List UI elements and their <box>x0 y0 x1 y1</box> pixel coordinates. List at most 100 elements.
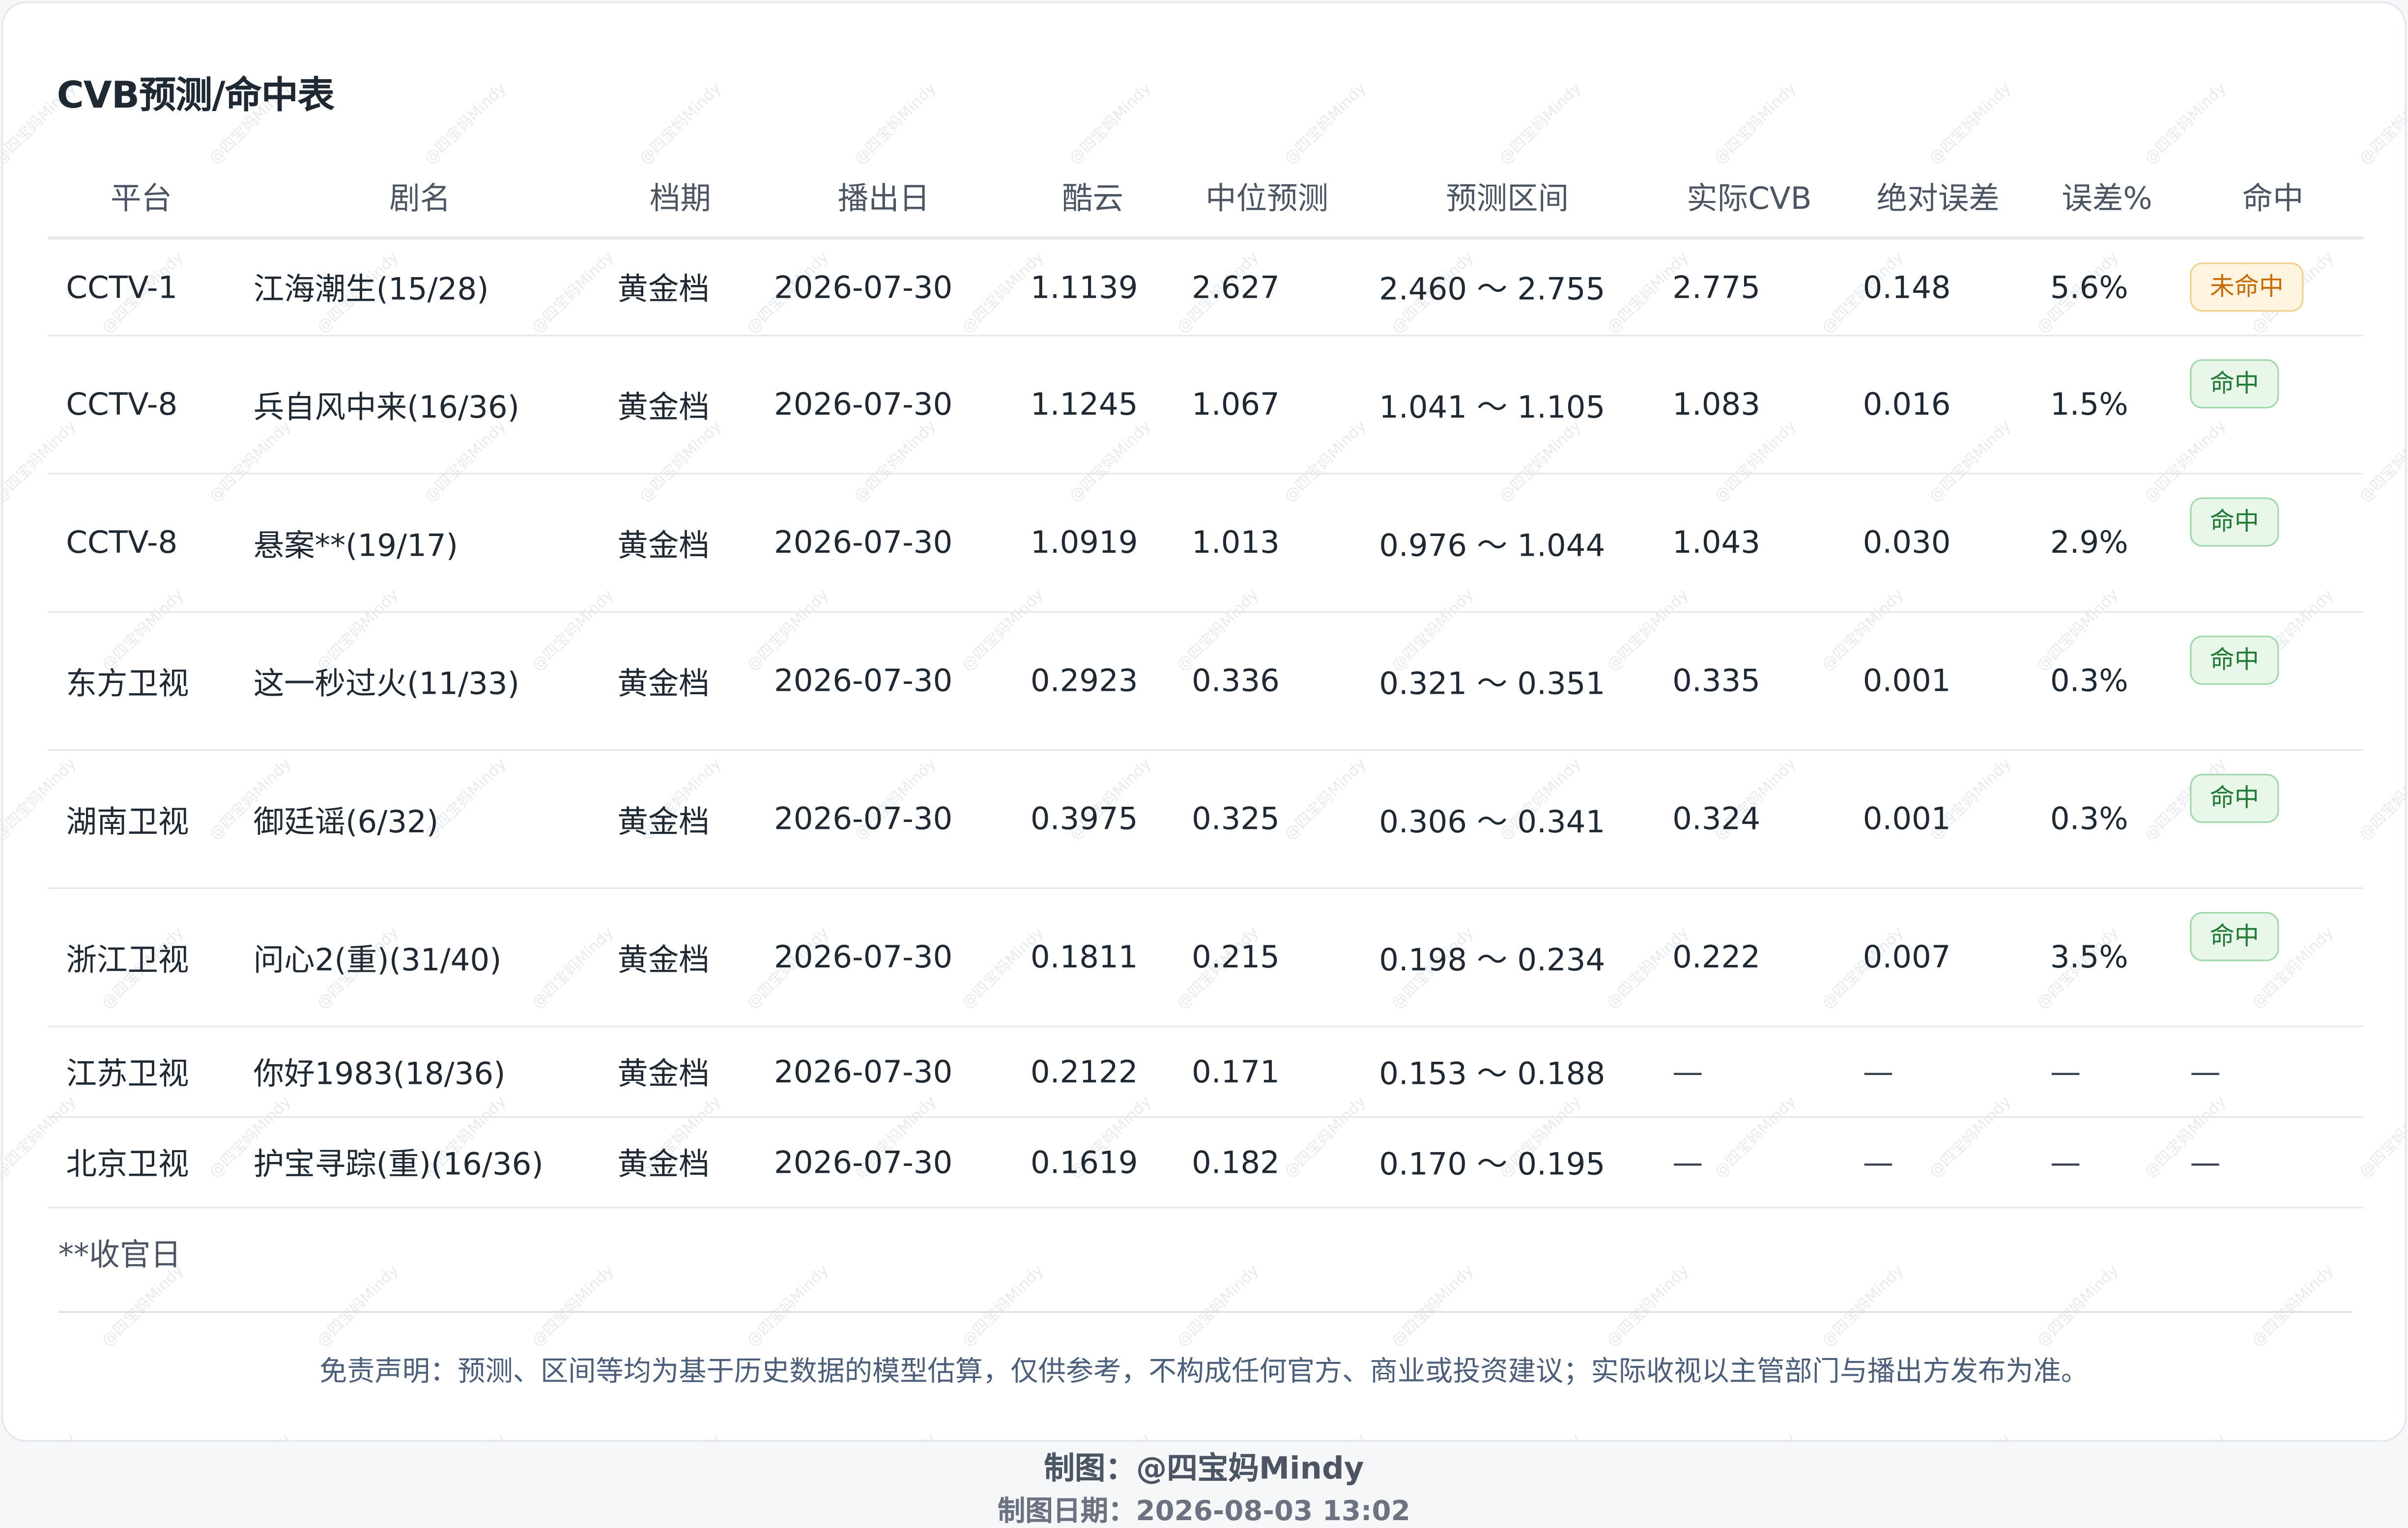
cell-actual: — <box>1654 1116 1845 1208</box>
cell-platform: 浙江卫视 <box>47 887 235 1027</box>
cell-slot: 黄金档 <box>605 1116 756 1208</box>
watermark-text: @四宝妈Mindy <box>2356 80 2405 169</box>
cell-actual: 0.335 <box>1654 611 1845 750</box>
watermark-text: @四宝妈Mindy <box>2352 1427 2405 1440</box>
cell-median: 1.013 <box>1173 473 1361 612</box>
hit-badge: 命中 <box>2190 635 2279 685</box>
watermark-text: @四宝妈Mindy <box>2034 1262 2122 1351</box>
watermark-text: @四宝妈Mindy <box>202 1427 294 1440</box>
cell-abs-error: — <box>1844 1025 2032 1117</box>
cell-platform: 东方卫视 <box>47 611 235 750</box>
cell-date: 2026-07-30 <box>755 1025 1012 1117</box>
cell-kuyun: 1.0919 <box>1012 473 1174 612</box>
column-header: 平台 <box>47 155 235 240</box>
watermark-text: @四宝妈Mindy <box>1496 80 1584 169</box>
watermark-text: @四宝妈Mindy <box>417 1427 509 1440</box>
column-header: 播出日 <box>755 155 1012 240</box>
watermark-text: @四宝妈Mindy <box>2141 80 2230 169</box>
cell-error-pct: — <box>2032 1116 2182 1208</box>
watermark-text: @四宝妈Mindy <box>851 80 940 169</box>
cell-date: 2026-07-30 <box>755 1116 1012 1208</box>
cell-actual: 1.083 <box>1654 335 1845 474</box>
credit: 制图：@四宝妈Mindy <box>1044 1449 1364 1486</box>
cell-hit: 命中 <box>2182 749 2364 888</box>
cell-date: 2026-07-30 <box>755 473 1012 612</box>
cell-slot: 黄金档 <box>605 473 756 612</box>
cell-median: 0.171 <box>1173 1025 1361 1117</box>
watermark-text: @四宝妈Mindy <box>2248 1262 2337 1351</box>
table-row: CCTV-1 江海潮生(15/28) 黄金档 2026-07-30 1.1139 2.62… <box>47 238 2364 336</box>
cell-platform: 江苏卫视 <box>47 1025 235 1117</box>
cell-hit: — <box>2182 1025 2364 1117</box>
watermark-text: @四宝妈Mindy <box>744 1262 832 1351</box>
cell-slot: 黄金档 <box>605 887 756 1027</box>
watermark-text: @四宝妈Mindy <box>1388 1262 1477 1351</box>
cell-show: 护宝寻踪(重)(16/36) <box>235 1116 605 1208</box>
watermark-text: @四宝妈Mindy <box>958 1262 1047 1351</box>
cell-abs-error: 0.030 <box>1844 473 2032 612</box>
cell-slot: 黄金档 <box>605 611 756 750</box>
watermark-text: @四宝妈Mindy <box>1277 1427 1369 1440</box>
cell-range: 0.321 ～ 0.351 <box>1360 611 1654 750</box>
column-header: 预测区间 <box>1360 155 1654 240</box>
cell-show: 你好1983(18/36) <box>235 1025 605 1117</box>
table-card: @四宝妈Mindy @四宝妈Mindy @四宝妈Mindy @四宝妈Mindy @四宝妈… <box>1 1 2407 1442</box>
watermark-text: @四宝妈Mindy <box>847 1427 939 1440</box>
cell-abs-error: — <box>1844 1116 2032 1208</box>
cell-kuyun: 1.1245 <box>1012 335 1174 474</box>
table-row: CCTV-8 兵自风中来(16/36) 黄金档 2026-07-30 1.1245 1.0… <box>47 335 2364 474</box>
watermark-text: @四宝妈Mindy <box>314 1262 402 1351</box>
watermark-text: @四宝妈Mindy <box>1174 1262 1262 1351</box>
cell-actual: 0.222 <box>1654 887 1845 1027</box>
watermark-text: @四宝妈Mindy <box>3 1427 79 1440</box>
cell-show: 问心2(重)(31/40) <box>235 887 605 1027</box>
hit-badge: 命中 <box>2190 497 2279 547</box>
cell-hit: 未命中 <box>2182 238 2364 336</box>
cell-range: 0.198 ～ 0.234 <box>1360 887 1654 1027</box>
watermark-text: @四宝妈Mindy <box>2137 1427 2229 1440</box>
cell-error-pct: 0.3% <box>2032 611 2182 750</box>
cell-date: 2026-07-30 <box>755 887 1012 1027</box>
column-header: 档期 <box>605 155 756 240</box>
cell-abs-error: 0.007 <box>1844 887 2032 1027</box>
cell-median: 0.336 <box>1173 611 1361 750</box>
cell-platform: 湖南卫视 <box>47 749 235 888</box>
cell-hit: — <box>2182 1116 2364 1208</box>
cell-median: 0.182 <box>1173 1116 1361 1208</box>
cell-kuyun: 0.2923 <box>1012 611 1174 750</box>
cell-show: 御廷谣(6/32) <box>235 749 605 888</box>
cell-slot: 黄金档 <box>605 335 756 474</box>
cell-median: 0.325 <box>1173 749 1361 888</box>
watermark-text: @四宝妈Mindy <box>1922 1427 2014 1440</box>
watermark-text: @四宝妈Mindy <box>632 1427 724 1440</box>
table-row: 湖南卫视 御廷谣(6/32) 黄金档 2026-07-30 0.3975 0.325 0.3… <box>47 749 2364 888</box>
column-header: 误差% <box>2032 155 2182 240</box>
cell-platform: CCTV-8 <box>47 335 235 474</box>
cell-hit: 命中 <box>2182 611 2364 750</box>
cell-platform: CCTV-8 <box>47 473 235 612</box>
cell-hit: 命中 <box>2182 473 2364 612</box>
cvb-table: 平台 剧名 档期 播出日 酷云 中位预测 预测区间 实际CVB 绝对误差 误差%… <box>47 155 2364 1208</box>
cell-kuyun: 0.1619 <box>1012 1116 1174 1208</box>
watermark-text: @四宝妈Mindy <box>1604 1262 1692 1351</box>
cell-abs-error: 0.016 <box>1844 335 2032 474</box>
column-header: 酷云 <box>1012 155 1174 240</box>
table-row: 北京卫视 护宝寻踪(重)(16/36) 黄金档 2026-07-30 0.1619 0.1… <box>47 1116 2364 1208</box>
cell-error-pct: 1.5% <box>2032 335 2182 474</box>
cell-error-pct: 5.6% <box>2032 238 2182 336</box>
cell-abs-error: 0.001 <box>1844 611 2032 750</box>
watermark-text: @四宝妈Mindy <box>1066 80 1154 169</box>
cell-date: 2026-07-30 <box>755 611 1012 750</box>
table-row: CCTV-8 悬案**(19/17) 黄金档 2026-07-30 1.0919 1.01… <box>47 473 2364 612</box>
cell-platform: 北京卫视 <box>47 1116 235 1208</box>
cell-range: 0.306 ～ 0.341 <box>1360 749 1654 888</box>
cell-error-pct: 0.3% <box>2032 749 2182 888</box>
cell-error-pct: — <box>2032 1025 2182 1117</box>
cell-range: 0.170 ～ 0.195 <box>1360 1116 1654 1208</box>
cell-slot: 黄金档 <box>605 1025 756 1117</box>
cell-kuyun: 0.3975 <box>1012 749 1174 888</box>
cell-abs-error: 0.148 <box>1844 238 2032 336</box>
cell-actual: — <box>1654 1025 1845 1117</box>
cell-slot: 黄金档 <box>605 749 756 888</box>
divider <box>58 1311 2353 1313</box>
